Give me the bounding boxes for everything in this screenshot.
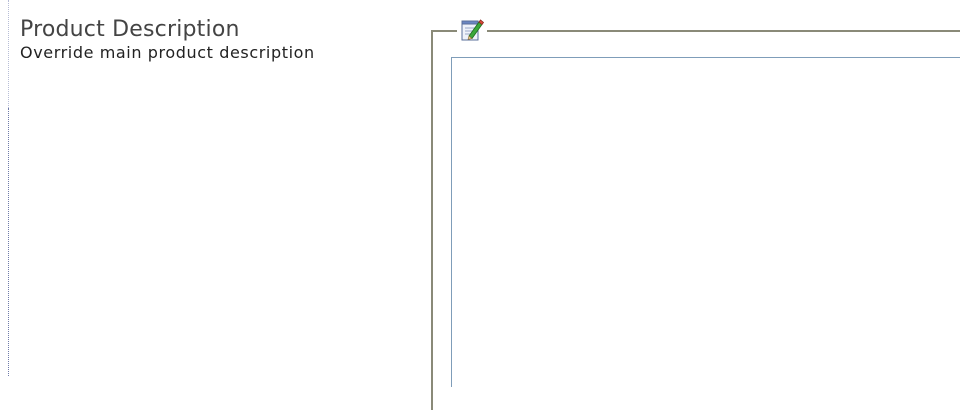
field-subtitle: Override main product description xyxy=(20,43,315,62)
description-textarea[interactable] xyxy=(452,58,960,387)
field-title: Product Description xyxy=(20,17,240,42)
field-label: Product Description Override main produc… xyxy=(20,16,420,62)
description-editor[interactable] xyxy=(451,57,960,387)
left-divider-accent xyxy=(8,108,9,376)
edit-note-icon[interactable] xyxy=(457,18,487,44)
